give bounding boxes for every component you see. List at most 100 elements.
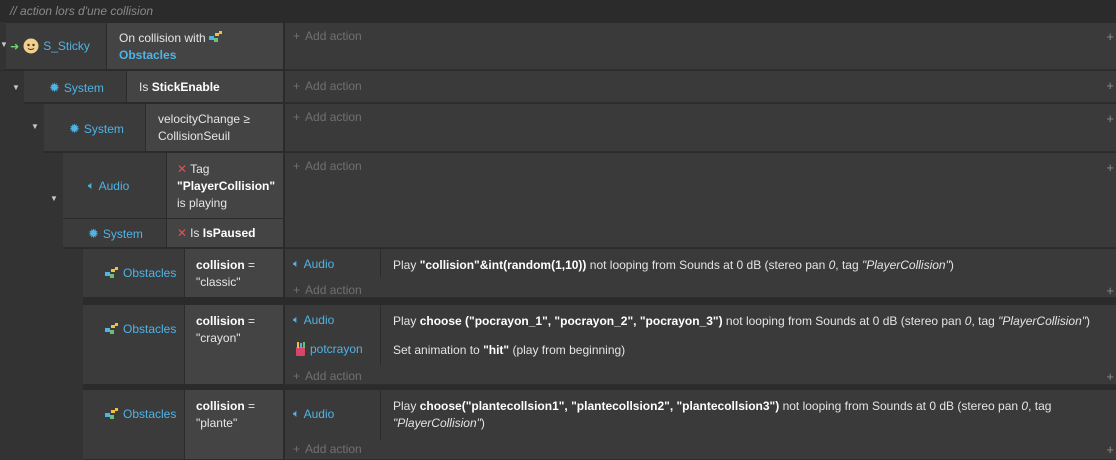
- sub2-action1-middle: not looping from Sounds at 0 dB (stereo …: [725, 314, 962, 328]
- event4-system-object-cell[interactable]: ✹ System: [63, 219, 167, 248]
- event2-condition-name: StickEnable: [151, 80, 220, 94]
- sub2-action2-prefix: Set animation to: [393, 343, 480, 357]
- add-action-label: Add action: [305, 79, 362, 93]
- sub3-condition-name: collision: [196, 399, 245, 413]
- event3-condition[interactable]: velocityChange ≥ CollisionSeuil: [146, 104, 284, 152]
- event1-condition-target: Obstacles: [119, 48, 177, 62]
- sub1-condition-op: =: [248, 258, 256, 272]
- event3-object-cell[interactable]: ✹ System: [44, 104, 146, 152]
- event2-actions: + Add action +: [285, 71, 1116, 103]
- add-action-button[interactable]: + Add action: [293, 79, 362, 93]
- add-row-plus-icon[interactable]: +: [1106, 111, 1114, 126]
- sub3-action-object[interactable]: 🔈︎ Audio: [293, 407, 334, 421]
- add-action-button[interactable]: + Add action: [293, 29, 362, 43]
- event4-system-prefix: Is: [190, 226, 200, 240]
- comment-prefix: //: [10, 4, 17, 18]
- collapse-toggle-icon[interactable]: ▼: [50, 194, 58, 203]
- add-row-plus-icon[interactable]: +: [1106, 369, 1114, 384]
- add-action-button[interactable]: + Add action: [293, 369, 362, 383]
- sub3-condition[interactable]: collision = "plante": [185, 390, 284, 460]
- add-action-button[interactable]: + Add action: [293, 110, 362, 124]
- sub2-action1-end: ): [1086, 314, 1091, 328]
- sub2-action1-object[interactable]: 🔈︎ Audio: [293, 313, 334, 327]
- add-action-button[interactable]: + Add action: [293, 159, 362, 173]
- speaker-icon: 🔈︎: [293, 257, 300, 270]
- sub2-action2-end: (play from beginning): [512, 343, 626, 357]
- sub1-action-tag-text: , tag: [835, 258, 859, 272]
- sub2-condition[interactable]: collision = "crayon": [185, 305, 284, 385]
- sub2-action1-object-name: Audio: [303, 313, 335, 327]
- collapse-toggle-icon[interactable]: ▼: [12, 83, 20, 92]
- sub3-action-tag-text: , tag: [1028, 399, 1052, 413]
- event4-audio-condition[interactable]: ✕ Tag "PlayerCollision" is playing: [167, 153, 284, 219]
- add-action-button[interactable]: + Add action: [293, 442, 362, 456]
- sub2-action1[interactable]: Play choose ("pocrayon_1", "pocrayon_2",…: [393, 313, 1115, 330]
- sub2-object-cell[interactable]: Obstacles: [83, 305, 185, 385]
- sub2-action2-object[interactable]: potcrayon: [295, 342, 363, 356]
- sub3-condition-op: =: [248, 399, 256, 413]
- sub1-condition-name: collision: [196, 258, 245, 272]
- sub3-action-sound: choose("plantecollsion1", "plantecollsio…: [419, 399, 780, 413]
- plus-icon: +: [293, 79, 301, 93]
- sub1-actions: 🔈︎ Audio Play "collision"&int(random(1,1…: [285, 249, 1116, 298]
- plus-icon: +: [293, 369, 301, 383]
- add-row-plus-icon[interactable]: +: [1106, 29, 1114, 44]
- add-row-plus-icon[interactable]: +: [1106, 160, 1114, 175]
- plus-icon: +: [293, 442, 301, 456]
- event1-condition[interactable]: On collision with Obstacles: [107, 23, 284, 70]
- sub3-action-end: ): [480, 416, 485, 430]
- sub1-object-cell[interactable]: Obstacles: [83, 249, 185, 298]
- sub2-condition-op: =: [248, 314, 256, 328]
- sub1-action-object[interactable]: 🔈︎ Audio: [293, 257, 334, 271]
- plus-icon: +: [293, 29, 301, 43]
- add-action-label: Add action: [305, 369, 362, 383]
- sub2-action2-object-name: potcrayon: [310, 342, 363, 356]
- event2-gutter: [0, 71, 24, 460]
- add-action-label: Add action: [305, 29, 362, 43]
- sub2-action2[interactable]: Set animation to "hit" (play from beginn…: [393, 342, 625, 359]
- action-divider: [380, 305, 381, 365]
- collapse-toggle-icon[interactable]: ▼: [31, 122, 39, 131]
- event1-actions: + Add action +: [285, 23, 1116, 70]
- gear-icon: ✹: [88, 226, 99, 241]
- event4-audio-object-name: Audio: [98, 179, 130, 193]
- sub2-object-name: Obstacles: [123, 322, 177, 336]
- add-row-plus-icon[interactable]: +: [1106, 283, 1114, 298]
- event4-system-object-name: System: [102, 227, 143, 241]
- sub3-action[interactable]: Play choose("plantecollsion1", "planteco…: [393, 398, 1093, 432]
- add-row-plus-icon[interactable]: +: [1106, 442, 1114, 457]
- sub2-action2-animation: "hit": [483, 343, 510, 357]
- add-action-label: Add action: [305, 110, 362, 124]
- add-row-plus-icon[interactable]: +: [1106, 78, 1114, 93]
- add-action-label: Add action: [305, 283, 362, 297]
- event3-gutter: [24, 104, 44, 460]
- add-action-label: Add action: [305, 442, 362, 456]
- sub1-condition[interactable]: collision = "classic": [185, 249, 284, 298]
- event2-condition[interactable]: Is StickEnable: [127, 71, 284, 103]
- sub2-actions: 🔈︎ Audio Play choose ("pocrayon_1", "poc…: [285, 305, 1116, 385]
- sticky-face-icon: [23, 38, 39, 54]
- event2-object-cell[interactable]: ✹ System: [24, 71, 127, 103]
- add-action-button[interactable]: + Add action: [293, 283, 362, 297]
- speaker-icon: 🔈︎: [88, 179, 95, 192]
- sub3-action-prefix: Play: [393, 399, 417, 413]
- sub2-action1-tag-text: , tag: [971, 314, 995, 328]
- trigger-arrow-icon: ➜: [10, 40, 20, 53]
- plus-icon: +: [293, 159, 301, 173]
- obstacles-sprite-icon: [105, 408, 118, 419]
- sub2-condition-value: "crayon": [196, 331, 241, 345]
- event3-condition-line1: velocityChange ≥: [158, 112, 250, 126]
- speaker-icon: 🔈︎: [293, 313, 300, 326]
- sub1-action-object-name: Audio: [303, 257, 335, 271]
- event1-object-cell[interactable]: ➜ S_Sticky: [6, 23, 107, 70]
- event4-system-condition[interactable]: ✕ Is IsPaused: [167, 219, 284, 248]
- event1-condition-text: On collision with: [119, 31, 206, 45]
- event-comment[interactable]: // action lors d'une collision: [0, 0, 1116, 22]
- obstacles-sprite-icon: [105, 323, 118, 334]
- action-divider: [380, 390, 381, 440]
- event4-audio-object-cell[interactable]: 🔈︎ Audio: [63, 153, 167, 219]
- sub1-action[interactable]: Play "collision"&int(random(1,10)) not l…: [393, 257, 1113, 274]
- sub3-object-cell[interactable]: Obstacles: [83, 390, 185, 460]
- sub1-condition-value: "classic": [196, 275, 241, 289]
- invert-x-icon: ✕: [177, 226, 188, 240]
